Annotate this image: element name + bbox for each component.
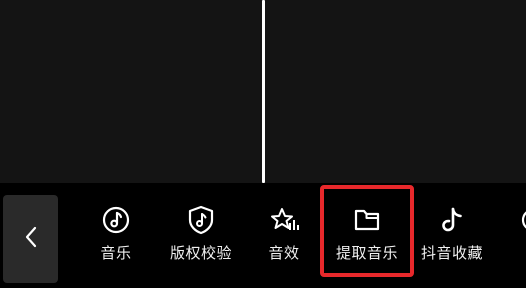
music-note-circle-icon [101,205,131,235]
playhead[interactable] [262,0,265,183]
tool-sound-effects[interactable]: 音效 [267,205,301,275]
editor-screen: 音乐 版权校验 音效 提取音乐 抖音收藏 [0,0,526,288]
tool-record-partial[interactable]: 录 [516,205,526,275]
tool-label: 音效 [268,244,300,262]
tool-douyin-favorites[interactable]: 抖音收藏 [421,205,483,275]
back-button[interactable] [3,195,58,283]
tool-extract-music[interactable]: 提取音乐 [336,205,398,275]
tool-copyright-check[interactable]: 版权校验 [170,205,232,275]
tool-label: 版权校验 [170,244,233,262]
copyright-shield-icon [186,205,216,235]
timeline-preview[interactable] [0,0,526,183]
douyin-logo-icon [437,205,467,235]
record-icon [518,205,526,235]
tool-label: 提取音乐 [336,244,399,262]
tool-label: 抖音收藏 [421,244,484,262]
audio-toolbar: 音乐 版权校验 音效 提取音乐 抖音收藏 [0,183,526,288]
chevron-left-icon [24,225,38,253]
tool-label: 音乐 [100,244,132,262]
tool-music[interactable]: 音乐 [99,205,133,275]
folder-icon [352,205,382,235]
star-sound-icon [269,205,299,235]
